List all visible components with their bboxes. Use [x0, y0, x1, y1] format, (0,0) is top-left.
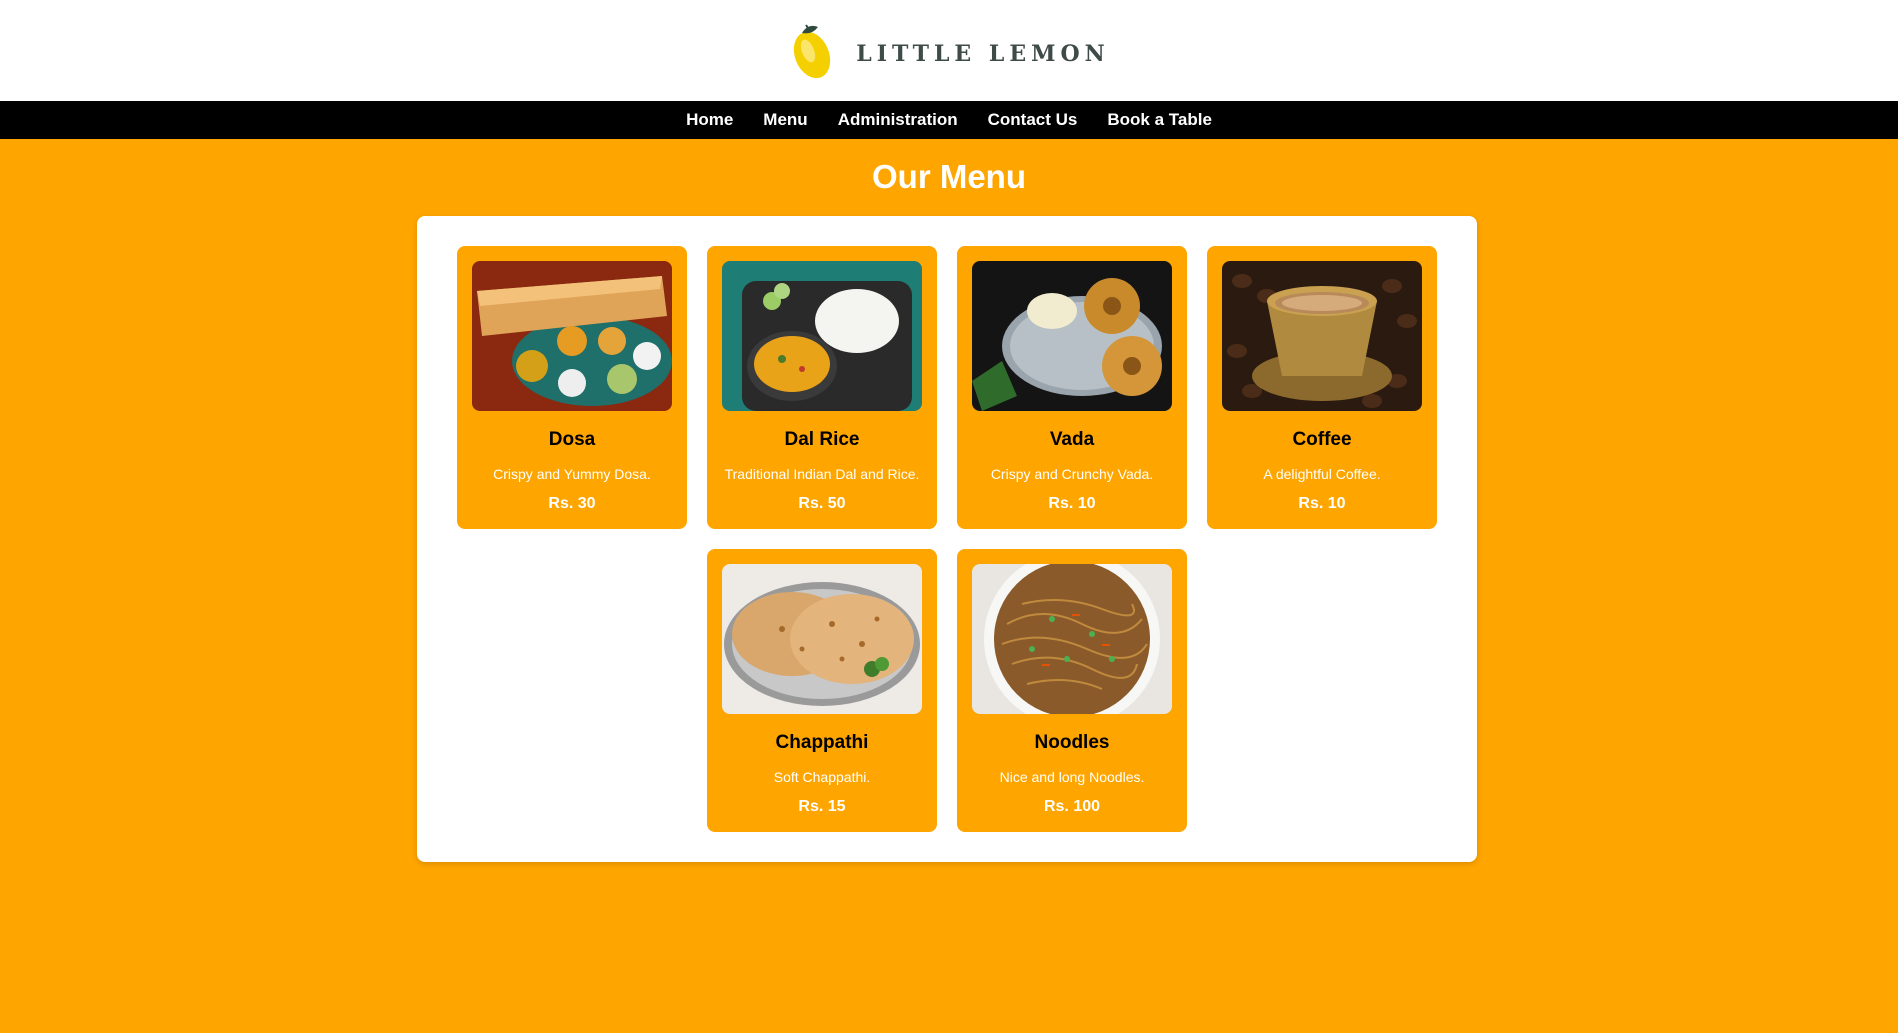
dosa-photo — [472, 261, 672, 411]
item-name: Chappathi — [775, 732, 869, 753]
item-description: Crispy and Yummy Dosa. — [493, 466, 651, 482]
item-price: Rs. 100 — [1043, 798, 1101, 815]
item-price: Rs. 15 — [798, 798, 846, 815]
item-description: Nice and long Noodles. — [999, 769, 1145, 785]
noodles-photo — [972, 564, 1172, 714]
nav-menu-link[interactable]: Menu — [763, 110, 807, 130]
nav-administration-link[interactable]: Administration — [838, 110, 958, 130]
item-price: Rs. 30 — [548, 495, 596, 512]
item-description: Soft Chappathi. — [773, 769, 871, 785]
chappathi-photo — [722, 564, 922, 714]
item-price: Rs. 50 — [798, 495, 846, 512]
item-description: A delightful Coffee. — [1263, 466, 1381, 482]
lemon-icon[interactable] — [788, 21, 838, 81]
vada-photo — [972, 261, 1172, 411]
menu-panel: Dosa Crispy and Yummy Dosa. Rs. 30 Dal R… — [417, 216, 1477, 862]
item-name: Dosa — [548, 429, 596, 450]
nav-contact-us-link[interactable]: Contact Us — [988, 110, 1078, 130]
nav-home-link[interactable]: Home — [686, 110, 733, 130]
nav-book-a-table-link[interactable]: Book a Table — [1107, 110, 1212, 130]
brand-name[interactable]: LITTLE LEMON — [856, 35, 1109, 67]
menu-card-dal-rice[interactable]: Dal Rice Traditional Indian Dal and Rice… — [707, 246, 937, 529]
item-price: Rs. 10 — [1298, 495, 1346, 512]
item-price: Rs. 10 — [1048, 495, 1096, 512]
coffee-photo — [1222, 261, 1422, 411]
item-description: Crispy and Crunchy Vada. — [990, 466, 1154, 482]
menu-card-chappathi[interactable]: Chappathi Soft Chappathi. Rs. 15 — [707, 549, 937, 832]
dal-rice-photo — [722, 261, 922, 411]
item-name: Noodles — [1034, 732, 1110, 753]
main-nav: Home Menu Administration Contact Us Book… — [0, 101, 1898, 139]
item-name: Dal Rice — [784, 429, 860, 450]
menu-card-dosa[interactable]: Dosa Crispy and Yummy Dosa. Rs. 30 — [457, 246, 687, 529]
item-name: Coffee — [1292, 429, 1352, 450]
site-header: LITTLE LEMON — [0, 0, 1898, 101]
page-title: Our Menu — [872, 158, 1026, 195]
menu-card-vada[interactable]: Vada Crispy and Crunchy Vada. Rs. 10 — [957, 246, 1187, 529]
menu-card-noodles[interactable]: Noodles Nice and long Noodles. Rs. 100 — [957, 549, 1187, 832]
item-description: Traditional Indian Dal and Rice. — [724, 466, 920, 482]
menu-card-coffee[interactable]: Coffee A delightful Coffee. Rs. 10 — [1207, 246, 1437, 529]
item-name: Vada — [1049, 429, 1095, 450]
